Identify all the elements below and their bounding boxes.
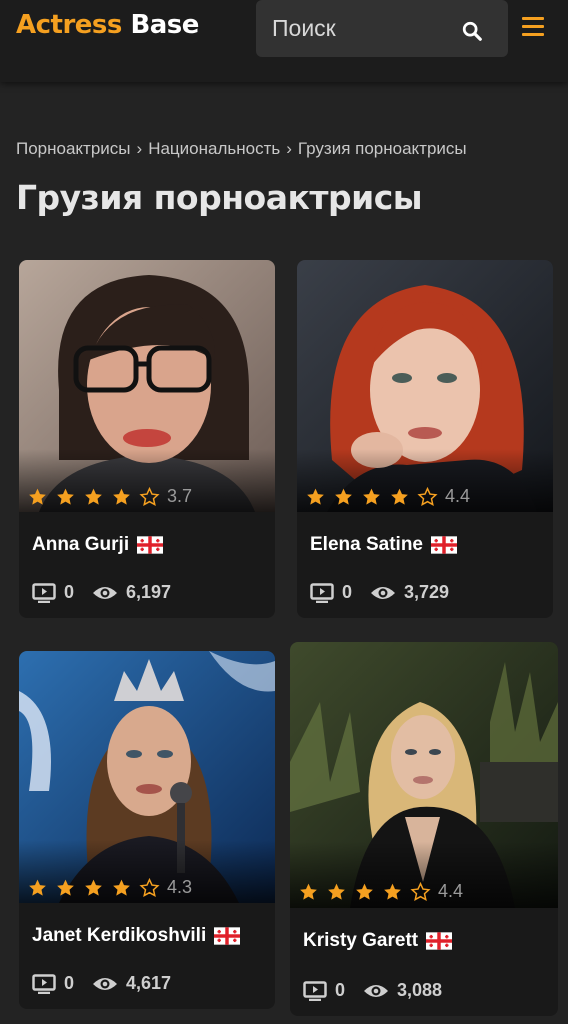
site-header: Actress Base bbox=[0, 0, 568, 82]
actress-name-text[interactable]: Kristy Garett bbox=[303, 930, 418, 952]
georgia-flag-icon bbox=[214, 927, 241, 945]
star-filled-icon bbox=[335, 488, 352, 505]
actress-card[interactable]: 4.4 Kristy Garett 0 3,088 bbox=[290, 642, 558, 1016]
star-filled-icon bbox=[328, 883, 345, 900]
star-rating: 4.3 bbox=[27, 877, 192, 898]
star-rating: 3.7 bbox=[27, 486, 192, 507]
view-count: 6,197 bbox=[126, 582, 172, 602]
actress-card[interactable]: 4.4 Elena Satine 0 3,729 bbox=[297, 260, 553, 618]
star-filled-icon bbox=[113, 879, 130, 896]
star-filled-icon bbox=[29, 879, 46, 896]
search-input[interactable] bbox=[272, 0, 452, 57]
rating-value: 4.3 bbox=[167, 877, 193, 897]
eye-icon bbox=[93, 586, 118, 599]
eye-icon bbox=[93, 977, 118, 990]
actress-photo[interactable] bbox=[19, 651, 275, 903]
actress-name-text[interactable]: Anna Gurji bbox=[32, 534, 129, 556]
breadcrumb: Порноактрисы › Национальность › Грузия порно… bbox=[16, 139, 467, 159]
video-icon bbox=[303, 980, 327, 1001]
actress-stats: 0 3,729 bbox=[310, 582, 449, 603]
star-rating: 4.4 bbox=[298, 881, 463, 902]
star-filled-icon bbox=[356, 883, 373, 900]
video-count: 0 bbox=[335, 980, 346, 1000]
actress-name[interactable]: Elena Satine bbox=[310, 534, 457, 556]
breadcrumb-item-nationality[interactable]: Национальность bbox=[148, 139, 280, 158]
search-icon[interactable] bbox=[461, 20, 483, 42]
star-rating: 4.4 bbox=[305, 486, 470, 507]
breadcrumb-item-actresses[interactable]: Порноактрисы bbox=[16, 139, 131, 158]
star-filled-icon bbox=[307, 488, 324, 505]
actress-photo[interactable] bbox=[19, 260, 275, 512]
actress-stats: 0 6,197 bbox=[32, 582, 171, 603]
video-icon bbox=[32, 582, 56, 603]
video-count: 0 bbox=[64, 582, 75, 602]
logo-text-secondary: Base bbox=[130, 10, 199, 40]
video-count: 0 bbox=[64, 973, 75, 993]
actress-name[interactable]: Anna Gurji bbox=[32, 534, 164, 556]
star-empty-icon bbox=[417, 486, 438, 506]
rating-value: 3.7 bbox=[167, 486, 193, 506]
star-filled-icon bbox=[300, 883, 317, 900]
actress-name[interactable]: Janet Kerdikoshvili bbox=[32, 925, 241, 947]
view-count: 3,088 bbox=[397, 980, 443, 1000]
georgia-flag-icon bbox=[137, 536, 164, 554]
view-count: 4,617 bbox=[126, 973, 172, 993]
actress-card[interactable]: 3.7 Anna Gurji 0 6,197 bbox=[19, 260, 275, 618]
actress-name-text[interactable]: Elena Satine bbox=[310, 534, 423, 556]
actress-name[interactable]: Kristy Garett bbox=[303, 930, 453, 952]
breadcrumb-separator: › bbox=[286, 139, 292, 158]
actress-card[interactable]: 4.3 Janet Kerdikoshvili 0 4,617 bbox=[19, 651, 275, 1009]
star-filled-icon bbox=[113, 488, 130, 505]
actress-stats: 0 4,617 bbox=[32, 973, 171, 994]
page-title: Грузия порноактрисы bbox=[16, 178, 423, 217]
star-filled-icon bbox=[391, 488, 408, 505]
video-icon bbox=[32, 973, 56, 994]
star-filled-icon bbox=[85, 488, 102, 505]
star-filled-icon bbox=[384, 883, 401, 900]
star-empty-icon bbox=[139, 877, 160, 897]
eye-icon bbox=[371, 586, 396, 599]
actress-photo[interactable] bbox=[297, 260, 553, 512]
actress-name-text[interactable]: Janet Kerdikoshvili bbox=[32, 925, 206, 947]
star-filled-icon bbox=[363, 488, 380, 505]
view-count: 3,729 bbox=[404, 582, 450, 602]
site-logo[interactable]: Actress Base bbox=[16, 10, 199, 40]
star-filled-icon bbox=[57, 879, 74, 896]
logo-text-primary: Actress bbox=[16, 10, 122, 40]
rating-value: 4.4 bbox=[445, 486, 471, 506]
eye-icon bbox=[364, 984, 389, 997]
star-filled-icon bbox=[57, 488, 74, 505]
star-filled-icon bbox=[85, 879, 102, 896]
video-count: 0 bbox=[342, 582, 353, 602]
rating-value: 4.4 bbox=[438, 881, 464, 901]
actress-photo[interactable] bbox=[290, 642, 558, 908]
breadcrumb-separator: › bbox=[136, 139, 143, 158]
star-empty-icon bbox=[139, 486, 160, 506]
star-filled-icon bbox=[29, 488, 46, 505]
breadcrumb-item-current: Грузия порноактрисы bbox=[297, 139, 467, 158]
actress-stats: 0 3,088 bbox=[303, 980, 442, 1001]
georgia-flag-icon bbox=[431, 536, 457, 554]
star-empty-icon bbox=[410, 881, 431, 901]
hamburger-menu-icon[interactable] bbox=[522, 17, 544, 39]
georgia-flag-icon bbox=[426, 932, 453, 950]
video-icon bbox=[310, 582, 334, 603]
